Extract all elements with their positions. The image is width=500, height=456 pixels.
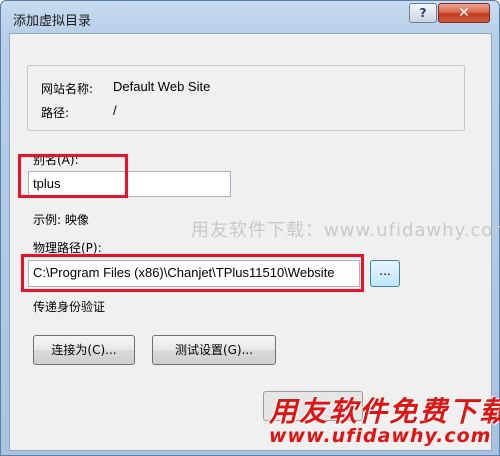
alias-highlight-box	[18, 154, 128, 198]
watermark-url: www.ufidawhy.com	[269, 425, 492, 447]
site-info-group	[27, 65, 465, 131]
pass-through-label: 传递身份验证	[33, 300, 106, 314]
physical-path-highlight-box	[21, 254, 364, 292]
example-text: 示例: 映像	[33, 213, 89, 227]
watermark-middle: 用友软件下载：www.ufidawhy.com	[191, 220, 500, 241]
connect-as-button[interactable]: 连接为(C)...	[33, 335, 135, 365]
test-settings-button[interactable]: 测试设置(G)...	[152, 335, 276, 365]
site-name-value: Default Web Site	[113, 79, 211, 94]
site-name-label: 网站名称:	[41, 82, 94, 96]
browse-button[interactable]: ...	[370, 260, 400, 287]
path-label: 路径:	[41, 106, 70, 120]
path-value: /	[113, 103, 117, 118]
watermark-title: 用友软件免费下载	[269, 395, 500, 428]
dialog-window: 添加虚拟目录 ? ✕ 网站名称: Default Web Site 路径: / …	[0, 0, 500, 456]
help-button[interactable]: ?	[409, 3, 437, 23]
close-button[interactable]: ✕	[438, 3, 490, 23]
title-bar[interactable]: 添加虚拟目录 ? ✕	[1, 1, 499, 34]
dialog-title: 添加虚拟目录	[13, 14, 92, 29]
